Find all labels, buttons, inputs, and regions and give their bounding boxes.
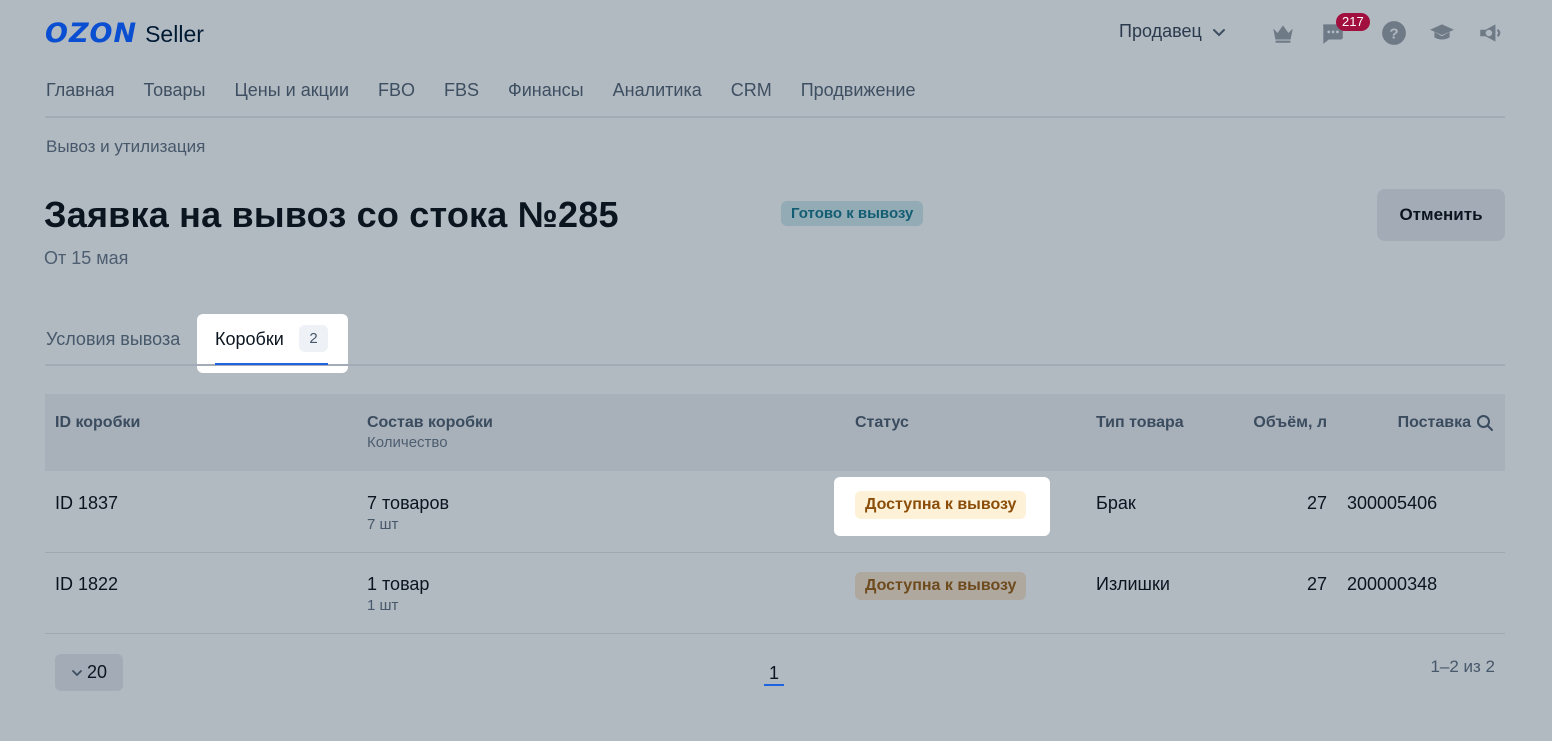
crown-icon[interactable]: [1270, 20, 1296, 46]
education-icon[interactable]: [1429, 20, 1455, 46]
row2-volume: 27: [1306, 574, 1327, 594]
nav-item-products[interactable]: Товары: [144, 80, 206, 101]
main-nav: Главная Товары Цены и акции FBO FBS Фина…: [46, 80, 915, 101]
breadcrumb[interactable]: Вывоз и утилизация: [46, 137, 205, 157]
row2-quantity: 1 шт: [367, 597, 399, 614]
tab-active-underline: [215, 363, 328, 365]
help-icon[interactable]: ?: [1381, 20, 1407, 46]
nav-item-fbo[interactable]: FBO: [378, 80, 415, 101]
chevron-down-icon: [72, 669, 82, 676]
logo-product: Seller: [145, 21, 204, 47]
col-supply[interactable]: Поставка: [1360, 414, 1471, 432]
nav-item-finance[interactable]: Финансы: [508, 80, 584, 101]
nav-item-crm[interactable]: CRM: [731, 80, 772, 101]
page-title-wrap: Заявка на вывоз со стока №285: [44, 194, 664, 236]
pagination-active-underline: [764, 684, 784, 686]
seller-dropdown[interactable]: Продавец: [1119, 21, 1226, 42]
row1-supply[interactable]: 300005406: [1347, 493, 1451, 514]
col-composition-sub: Количество: [367, 434, 448, 451]
row2-status-badge: Доступна к вывозу: [855, 572, 1027, 600]
row2-composition[interactable]: 1 товар: [367, 574, 429, 595]
col-status[interactable]: Статус: [855, 414, 909, 432]
tab-conditions[interactable]: Условия вывоза: [46, 329, 180, 350]
row-divider: [45, 633, 1505, 634]
nav-item-main[interactable]: Главная: [46, 80, 115, 101]
megaphone-icon[interactable]: [1477, 20, 1503, 46]
ozon-seller-logo[interactable]: OZON Seller: [45, 18, 204, 49]
seller-label: Продавец: [1119, 21, 1202, 41]
row1-composition[interactable]: 7 товаров: [367, 493, 449, 514]
col-product-type[interactable]: Тип товара: [1096, 414, 1184, 432]
page-title: Заявка на вывоз со стока №285: [44, 194, 619, 235]
tab-boxes-count: 2: [299, 325, 328, 352]
row1-status-badge: Доступна к вывозу: [855, 491, 1027, 519]
logo-brand: OZON: [45, 18, 138, 49]
row-divider: [45, 552, 1505, 553]
row2-product-type: Излишки: [1096, 574, 1170, 594]
request-status-badge: Готово к вывозу: [781, 201, 924, 226]
col-box-id[interactable]: ID коробки: [55, 414, 140, 432]
nav-divider: [45, 116, 1505, 118]
nav-item-analytics[interactable]: Аналитика: [613, 80, 702, 101]
row1-volume: 27: [1306, 493, 1327, 513]
search-icon[interactable]: [1476, 414, 1494, 432]
row1-quantity: 7 шт: [367, 516, 399, 533]
pagination-page-1[interactable]: 1: [769, 663, 779, 684]
table-header: [45, 394, 1505, 471]
col-volume[interactable]: Объём, л: [1230, 414, 1327, 432]
chevron-down-icon: [1212, 28, 1225, 36]
nav-item-promotion[interactable]: Продвижение: [801, 80, 916, 101]
tab-boxes[interactable]: Коробки: [215, 329, 284, 350]
row1-product-type: Брак: [1096, 493, 1136, 513]
col-composition[interactable]: Состав коробки: [367, 414, 493, 432]
page-size-select[interactable]: 20: [55, 654, 123, 691]
page-size-value: 20: [86, 662, 108, 682]
nav-item-prices[interactable]: Цены и акции: [234, 80, 349, 101]
row2-supply[interactable]: 200000348: [1347, 574, 1451, 595]
messages-badge: 217: [1336, 13, 1370, 31]
pagination-range: 1–2 из 2: [1430, 657, 1495, 676]
request-date: От 15 мая: [44, 248, 129, 268]
row1-box-id[interactable]: ID 1837: [55, 493, 118, 514]
row2-box-id[interactable]: ID 1822: [55, 574, 118, 595]
cancel-button[interactable]: Отменить: [1377, 189, 1505, 241]
nav-item-fbs[interactable]: FBS: [444, 80, 479, 101]
svg-text:?: ?: [1389, 25, 1398, 42]
